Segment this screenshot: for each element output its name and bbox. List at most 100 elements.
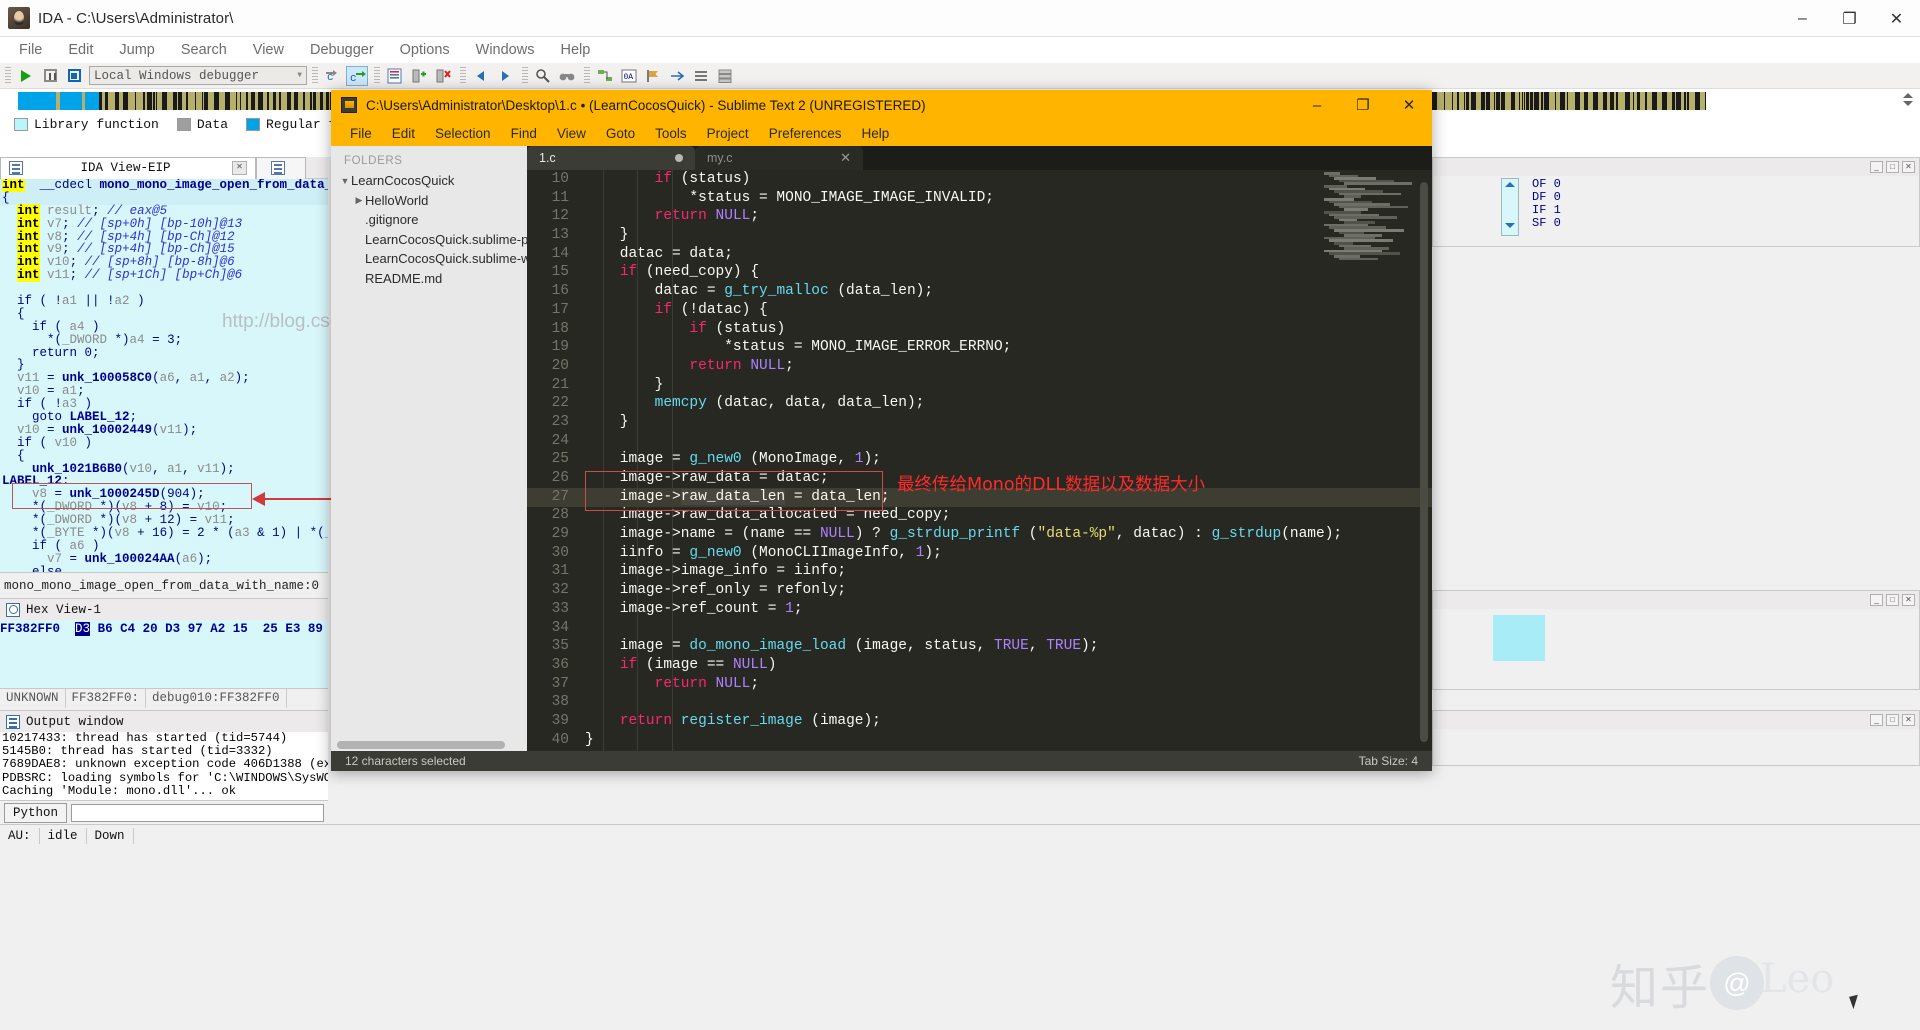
line-number: 29 [551,526,569,543]
tab-pseudocode[interactable] [256,156,306,179]
ida-menu-view[interactable]: View [240,40,297,60]
close-icon-3[interactable]: ✕ [1902,594,1915,606]
maximize-icon-2[interactable]: □ [1886,594,1899,606]
step-over-icon[interactable]: c [346,65,368,86]
ida-menu-windows[interactable]: Windows [463,40,548,60]
register-scrollbar[interactable] [1501,178,1519,236]
registers-icon[interactable] [384,66,406,86]
maximize-icon-3[interactable]: □ [1886,714,1899,726]
sidebar-file-list: ▼ LearnCocosQuick ▶ HelloWorld .gitignore Lea… [331,171,527,288]
sublime-menu-file[interactable]: File [340,126,382,141]
stack-icon[interactable] [714,66,736,86]
output-window-body[interactable]: 10217433: thread has started (tid=5744) 5… [0,732,328,800]
code-line: if (need_copy) { [619,264,760,281]
sublime-close-button[interactable]: ✕ [1386,90,1432,120]
ida-maximize-button[interactable]: ❐ [1826,0,1873,37]
sublime-menu-goto[interactable]: Goto [596,126,645,141]
ida-close-button[interactable]: ✕ [1873,0,1920,37]
sublime-menu-help[interactable]: Help [852,126,900,141]
sublime-minimize-button[interactable]: – [1294,90,1340,120]
hex-icon[interactable]: 0A [618,66,640,86]
tab-size-status: Tab Size: 4 [1358,754,1418,768]
sublime-editor-region: 1.c my.c ✕ 10 11 12 13 14 15 16 17 18 19 20 21 22 23 24 2… [527,146,1432,771]
close-icon[interactable]: ✕ [232,161,247,175]
ida-minimize-button[interactable]: – [1779,0,1826,37]
add-breakpoint-icon[interactable] [408,66,430,86]
ida-menu-jump[interactable]: Jump [106,40,167,60]
sublime-menu-selection[interactable]: Selection [425,126,501,141]
ida-code-line: v10 = unk_10002449(v11); [17,422,198,437]
close-icon-2[interactable]: ✕ [1902,161,1915,173]
sidebar-hscrollbar[interactable] [337,741,505,749]
minimize-icon-2[interactable]: _ [1870,594,1883,606]
delete-breakpoint-icon[interactable] [432,66,454,86]
binoculars-icon[interactable] [556,66,578,86]
sublime-sidebar: FOLDERS ▼ LearnCocosQuick ▶ HelloWorld .giti… [331,146,527,771]
ida-menu-debugger[interactable]: Debugger [297,40,387,60]
stack-highlight [1493,615,1545,661]
tab-close-icon[interactable]: ✕ [840,150,851,166]
sidebar-item--gitignore[interactable]: .gitignore [331,210,527,230]
sidebar-item-readme-md[interactable]: README.md [331,269,527,289]
line-number: 36 [551,656,569,673]
editor-tab-my-c[interactable]: my.c ✕ [695,146,863,170]
code-line: } [585,227,629,244]
hex-view-body[interactable]: FF382FF0 D3 B6 C4 20 D3 97 A2 15 25 E3 8… [0,620,328,688]
maximize-icon[interactable]: □ [1886,161,1899,173]
minimize-icon[interactable]: _ [1870,161,1883,173]
sublime-menu-view[interactable]: View [547,126,596,141]
ida-function-status: mono_mono_image_open_from_data_with_name… [0,572,328,598]
line-number: 19 [551,339,569,356]
search-icon[interactable] [532,66,554,86]
ida-menu-edit[interactable]: Edit [55,40,106,60]
line-number: 30 [551,544,569,561]
tab-output-window-label[interactable]: Output window [26,715,124,729]
status-direction: Down [94,828,125,843]
python-input[interactable] [71,803,324,822]
sidebar-item-learncocosquick-sublime-proj[interactable]: LearnCocosQuick.sublime-proj [331,230,527,250]
navigator-scroll[interactable] [1901,92,1915,110]
ida-disassembly-code[interactable]: int __cdecl mono_mono_image_open_from_da… [0,179,328,600]
sidebar-item-helloworld[interactable]: ▶ HelloWorld [331,191,527,211]
legend-swatch-0 [14,117,28,131]
graph-icon[interactable] [594,66,616,86]
ida-code-line: if ( !a1 || !a2 ) [2,294,145,309]
sidebar-item-learncocosquick-sublime-wor[interactable]: LearnCocosQuick.sublime-wor [331,249,527,269]
ida-menu-options[interactable]: Options [387,40,463,60]
tab-ida-view-eip[interactable]: IDA View-EIP ✕ [0,156,256,179]
cross-ref-icon[interactable] [666,66,688,86]
close-icon-4[interactable]: ✕ [1902,714,1915,726]
toolbar-grip-2 [312,66,318,85]
tab-hex-view-label[interactable]: Hex View-1 [26,603,101,617]
line-number: 11 [551,189,569,206]
run-icon[interactable] [15,66,37,86]
debugger-select[interactable]: Local Windows debugger ▼ [89,66,307,85]
back-arrow-icon[interactable] [470,66,492,86]
sublime-menu-tools[interactable]: Tools [645,126,697,141]
list-icon[interactable] [690,66,712,86]
ida-menu-file[interactable]: File [6,40,55,60]
editor-tab-1-c[interactable]: 1.c [527,146,695,170]
sublime-editor[interactable]: 10 11 12 13 14 15 16 17 18 19 20 21 22 23 24 25 26 27 28 29… [527,170,1432,751]
ida-menu-search[interactable]: Search [168,40,240,60]
stop-icon[interactable] [63,66,85,86]
code-content[interactable]: if (status) *status = MONO_IMAGE_IMAGE_I… [585,170,1432,749]
sublime-menu-find[interactable]: Find [501,126,547,141]
forward-arrow-icon[interactable] [494,66,516,86]
minimap[interactable] [1322,172,1412,264]
minimize-icon-3[interactable]: _ [1870,714,1883,726]
sidebar-item-learncocosquick[interactable]: ▼ LearnCocosQuick [331,171,527,191]
flag-icon[interactable] [642,66,664,86]
sublime-statusbar: 12 characters selected Tab Size: 4 [331,751,1432,771]
sublime-menu-project[interactable]: Project [697,126,759,141]
ida-menu-help[interactable]: Help [547,40,603,60]
step-into-icon[interactable]: c [322,66,344,86]
legend-label-0: Library function [34,116,159,132]
sublime-menu-preferences[interactable]: Preferences [759,126,852,141]
editor-vertical-scrollbar[interactable] [1420,182,1428,742]
pause-icon[interactable] [39,66,61,86]
hex-status-segment: debug010:FF382FF0 [146,688,287,708]
python-button[interactable]: Python [4,802,68,823]
sublime-maximize-button[interactable]: ❐ [1340,90,1386,120]
sublime-menu-edit[interactable]: Edit [382,126,425,141]
